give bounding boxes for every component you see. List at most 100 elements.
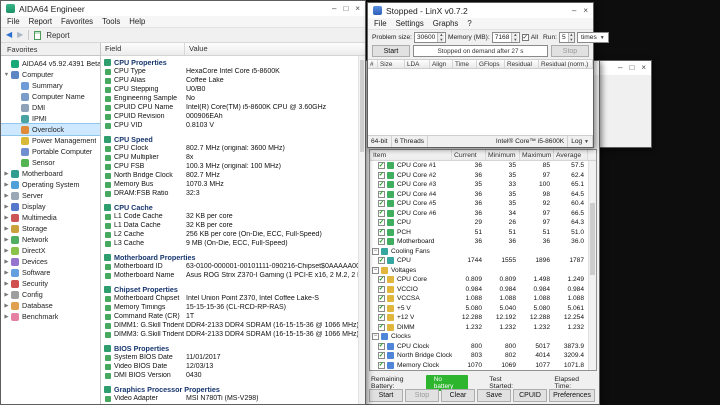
sidebar-item-sensor[interactable]: Sensor xyxy=(1,157,100,168)
sidebar-item-aida64-v5-92-4391-beta[interactable]: AIDA64 v5.92.4391 Beta xyxy=(1,58,100,69)
log-dropdown[interactable]: Log ▼ xyxy=(568,136,593,147)
table-row-l1-code-cache[interactable]: L1 Code Cache32 KB per core xyxy=(101,212,365,221)
checkbox-checked-icon[interactable]: ✓ xyxy=(378,210,385,217)
sensor-row-cpu-core-6[interactable]: ✓CPU Core #636349766.5 xyxy=(370,209,596,219)
sidebar-item-storage[interactable]: ▶Storage xyxy=(1,223,100,234)
checkbox-checked-icon[interactable]: ✓ xyxy=(378,219,385,226)
sensor-row-5-v[interactable]: ✓+5 V5.0805.0405.0805.061 xyxy=(370,304,596,314)
table-row-cpu-clock[interactable]: CPU Clock802.7 MHz (original: 3600 MHz) xyxy=(101,144,365,153)
checkbox-checked-icon[interactable]: ✓ xyxy=(378,200,385,207)
linx-menu-settings[interactable]: Settings xyxy=(396,19,424,28)
table-row-cpu-stepping[interactable]: CPU SteppingU0/B0 xyxy=(101,85,365,94)
tree-expander-icon[interactable]: ▶ xyxy=(3,259,10,265)
sensor-column-minimum[interactable]: Minimum xyxy=(486,150,520,160)
linx-column-time[interactable]: Time xyxy=(453,60,477,68)
spinner-arrows-icon[interactable]: ▲▼ xyxy=(437,33,444,42)
linx-menu-[interactable]: ? xyxy=(467,19,471,28)
checkbox-checked-icon[interactable]: ✓ xyxy=(378,162,385,169)
tree-expander-icon[interactable]: ▶ xyxy=(3,226,10,232)
preferences-button[interactable]: Preferences xyxy=(549,389,595,402)
table-row-engineering-sample[interactable]: Engineering SampleNo xyxy=(101,94,365,103)
table-row-dmi-bios-version[interactable]: DMI BIOS Version0430 xyxy=(101,371,365,380)
sidebar-tab-favorites[interactable]: Favorites xyxy=(1,43,100,56)
checkbox-checked-icon[interactable]: ✓ xyxy=(378,229,385,236)
value-column-header[interactable]: Value xyxy=(185,43,365,55)
minimize-icon[interactable]: – xyxy=(618,64,622,72)
sidebar-item-motherboard[interactable]: ▶Motherboard xyxy=(1,168,100,179)
tree-expander-icon[interactable]: ▶ xyxy=(3,204,10,210)
sensor-row-cpu-core-2[interactable]: ✓CPU Core #236359762.4 xyxy=(370,171,596,181)
sensor-row-cpu-core-5[interactable]: ✓CPU Core #536359260.4 xyxy=(370,199,596,209)
linx-menu-graphs[interactable]: Graphs xyxy=(433,19,459,28)
main-scrollbar[interactable] xyxy=(358,56,365,404)
sidebar-item-directx[interactable]: ▶DirectX xyxy=(1,245,100,256)
problem-size-input[interactable]: 30600 ▲▼ xyxy=(414,32,446,43)
field-column-header[interactable]: Field xyxy=(101,43,185,55)
sidebar-item-dmi[interactable]: DMI xyxy=(1,102,100,113)
menu-favorites[interactable]: Favorites xyxy=(61,17,93,26)
close-icon[interactable]: × xyxy=(641,64,646,72)
sensor-row-memory-clock[interactable]: ✓Memory Clock1070106910771071.8 xyxy=(370,361,596,371)
main-scrollbar-thumb[interactable] xyxy=(360,60,364,152)
table-row-motherboard-id[interactable]: Motherboard ID63-0100-000001-00101111-09… xyxy=(101,262,365,271)
maximize-icon[interactable]: □ xyxy=(343,5,348,13)
sidebar-item-server[interactable]: ▶Server xyxy=(1,190,100,201)
sidebar-item-multimedia[interactable]: ▶Multimedia xyxy=(1,212,100,223)
checkbox-checked-icon[interactable]: ✓ xyxy=(378,181,385,188)
menu-help[interactable]: Help xyxy=(129,17,145,26)
sidebar-item-portable-computer[interactable]: Portable Computer xyxy=(1,146,100,157)
checkbox-checked-icon[interactable]: ✓ xyxy=(378,343,385,350)
collapse-icon[interactable]: − xyxy=(372,248,379,255)
all-checkbox[interactable]: ✓ xyxy=(522,34,529,41)
checkbox-checked-icon[interactable]: ✓ xyxy=(378,324,385,331)
maximize-icon[interactable]: □ xyxy=(629,64,634,72)
table-row-video-bios-date[interactable]: Video BIOS Date12/03/13 xyxy=(101,362,365,371)
sensor-row-cpu[interactable]: ✓CPU1744155518961787 xyxy=(370,256,596,266)
tree-expander-icon[interactable]: ▶ xyxy=(3,292,10,298)
sensor-row-voltages[interactable]: −Voltages xyxy=(370,266,596,276)
checkbox-checked-icon[interactable]: ✓ xyxy=(378,295,385,302)
sidebar-item-display[interactable]: ▶Display xyxy=(1,201,100,212)
menu-report[interactable]: Report xyxy=(29,17,52,26)
linx-column-align[interactable]: Align xyxy=(430,60,453,68)
spinner-arrows-icon[interactable]: ▲▼ xyxy=(511,33,518,42)
checkbox-checked-icon[interactable]: ✓ xyxy=(378,352,385,359)
sensor-column-current[interactable]: Current xyxy=(452,150,486,160)
table-row-motherboard-name[interactable]: Motherboard NameAsus ROG Strix Z370-I Ga… xyxy=(101,271,365,280)
table-row-dimm1-g-skill-tridentz-f4-3[interactable]: DIMM1: G.Skill TridentZ F4-3DDR4-2133 DD… xyxy=(101,321,365,330)
forward-icon[interactable]: ▶ xyxy=(17,31,23,39)
sensor-row-cpu-core[interactable]: ✓CPU Core0.8090.8091.4981.249 xyxy=(370,275,596,285)
tree-expander-icon[interactable]: ▼ xyxy=(3,72,10,78)
linx-column-size[interactable]: Size xyxy=(378,60,405,68)
sidebar-item-software[interactable]: ▶Software xyxy=(1,267,100,278)
checkbox-checked-icon[interactable]: ✓ xyxy=(378,257,385,264)
menu-tools[interactable]: Tools xyxy=(102,17,120,26)
checkbox-checked-icon[interactable]: ✓ xyxy=(378,172,385,179)
run-count-input[interactable]: 5 ▲▼ xyxy=(559,32,575,43)
menu-file[interactable]: File xyxy=(7,17,20,26)
linx-column-gflops[interactable]: GFlops xyxy=(477,60,505,68)
table-row-memory-timings[interactable]: Memory Timings15-15-15-36 (CL-RCD-RP-RAS… xyxy=(101,303,365,312)
tree-expander-icon[interactable]: ▶ xyxy=(3,281,10,287)
sensor-row-cpu[interactable]: ✓CPU29269764.3 xyxy=(370,218,596,228)
close-icon[interactable]: × xyxy=(583,7,588,15)
table-row-cpu-vid[interactable]: CPU VID0.8103 V xyxy=(101,121,365,130)
linx-start-button[interactable]: Start xyxy=(372,45,410,57)
table-row-command-rate-cr[interactable]: Command Rate (CR)1T xyxy=(101,312,365,321)
checkbox-checked-icon[interactable]: ✓ xyxy=(378,238,385,245)
tree-expander-icon[interactable]: ▶ xyxy=(3,248,10,254)
tree-expander-icon[interactable]: ▶ xyxy=(3,314,10,320)
linx-column-[interactable]: # xyxy=(368,60,378,68)
tree-expander-icon[interactable]: ▶ xyxy=(3,215,10,221)
checkbox-checked-icon[interactable]: ✓ xyxy=(378,286,385,293)
checkbox-checked-icon[interactable]: ✓ xyxy=(378,191,385,198)
linx-column-residual[interactable]: Residual xyxy=(505,60,539,68)
table-row-dimm3-g-skill-tridentz-f4-3[interactable]: DIMM3: G.Skill TridentZ F4-3DDR4-2133 DD… xyxy=(101,330,365,339)
sidebar-item-ipmi[interactable]: IPMI xyxy=(1,113,100,124)
sensor-scrollbar[interactable] xyxy=(588,161,596,370)
sidebar-item-computer[interactable]: ▼Computer xyxy=(1,69,100,80)
table-row-cpuid-revision[interactable]: CPUID Revision000906EAh xyxy=(101,112,365,121)
collapse-icon[interactable]: − xyxy=(372,333,379,340)
aida64-titlebar[interactable]: AIDA64 Engineer – □ × xyxy=(1,1,365,16)
table-row-cpu-multiplier[interactable]: CPU Multiplier8x xyxy=(101,153,365,162)
